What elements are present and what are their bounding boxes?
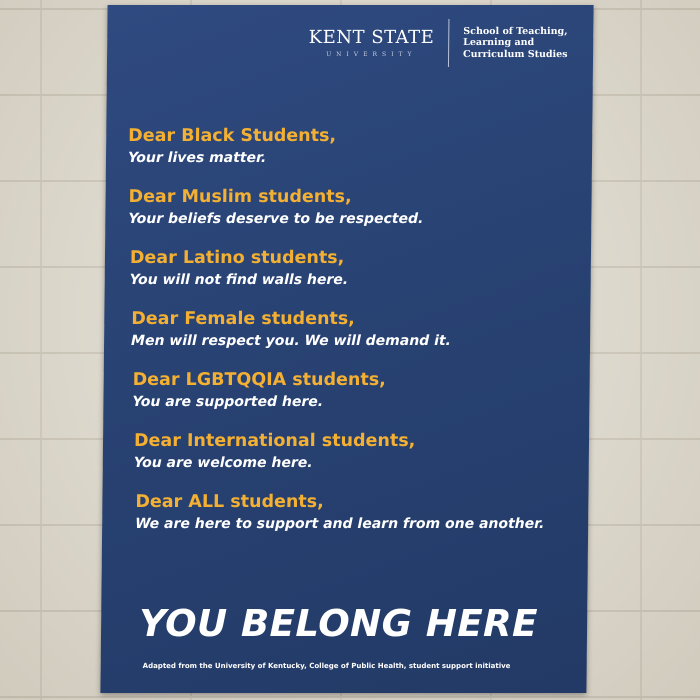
- message-muslim-students: Dear Muslim students, Your beliefs deser…: [128, 186, 548, 228]
- message-body: You will not find walls here.: [129, 272, 349, 288]
- message-body: Your lives matter.: [127, 150, 267, 166]
- message-heading: Dear LGBTQQIA students,: [132, 370, 386, 390]
- message-lgbtqqia-students: Dear LGBTQQIA students, You are supporte…: [132, 369, 546, 411]
- poster: KENT STATE UNIVERSITY School of Teaching…: [100, 5, 594, 693]
- message-body: You are welcome here.: [133, 455, 313, 471]
- message-international-students: Dear International students, You are wel…: [134, 430, 546, 472]
- message-heading: Dear Muslim students,: [128, 187, 352, 207]
- header-divider: [447, 19, 450, 67]
- logo-subtitle: UNIVERSITY: [326, 50, 417, 58]
- message-body: Men will respect you. We will demand it.: [131, 333, 452, 349]
- message-body: You are supported here.: [132, 394, 324, 410]
- message-all-students: Dear ALL students, We are here to suppor…: [135, 491, 545, 533]
- message-body: We are here to support and learn from on…: [135, 516, 545, 532]
- message-list: Dear Black Students, Your lives matter. …: [124, 125, 549, 552]
- message-female-students: Dear Female students, Men will respect y…: [131, 308, 547, 350]
- message-body: Your beliefs deserve to be respected.: [128, 211, 424, 227]
- message-heading: Dear Black Students,: [128, 126, 337, 146]
- logo-wordmark: KENT STATE: [308, 26, 435, 48]
- message-latino-students: Dear Latino students, You will not find …: [130, 247, 548, 289]
- school-line-2: Learning and: [463, 37, 535, 49]
- message-heading: Dear ALL students,: [135, 492, 324, 512]
- credit-line: Adapted from the University of Kentucky,…: [142, 662, 511, 670]
- school-line-1: School of Teaching,: [463, 25, 568, 37]
- message-heading: Dear Female students,: [131, 309, 355, 329]
- message-heading: Dear Latino students,: [129, 248, 345, 268]
- message-heading: Dear International students,: [133, 431, 416, 451]
- school-name: School of Teaching, Learning and Curricu…: [463, 26, 573, 61]
- slogan-you-belong-here: YOU BELONG HERE: [138, 602, 539, 645]
- poster-header: KENT STATE UNIVERSITY School of Teaching…: [308, 19, 573, 67]
- kent-state-logo: KENT STATE UNIVERSITY: [308, 26, 448, 58]
- school-line-3: Curriculum Studies: [463, 48, 568, 60]
- message-black-students: Dear Black Students, Your lives matter.: [128, 125, 549, 167]
